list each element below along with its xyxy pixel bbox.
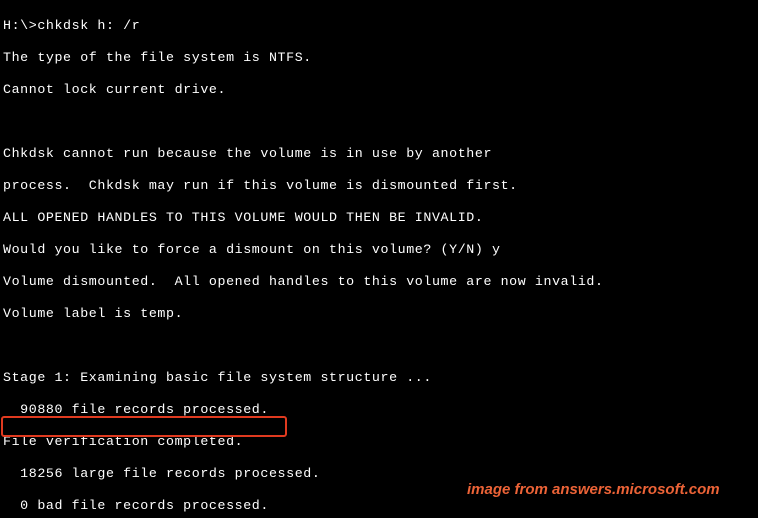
terminal-line: 18256 large file records processed.	[3, 466, 755, 482]
terminal-line: Stage 1: Examining basic file system str…	[3, 370, 755, 386]
terminal-line: The type of the file system is NTFS.	[3, 50, 755, 66]
terminal-line: process. Chkdsk may run if this volume i…	[3, 178, 755, 194]
terminal-line: ALL OPENED HANDLES TO THIS VOLUME WOULD …	[3, 210, 755, 226]
terminal-line: 0 bad file records processed.	[3, 498, 755, 514]
terminal-line: H:\>chkdsk h: /r	[3, 18, 755, 34]
terminal-line: 90880 file records processed.	[3, 402, 755, 418]
terminal-line: File verification completed.	[3, 434, 755, 450]
terminal-line	[3, 114, 755, 130]
terminal-line: Volume label is temp.	[3, 306, 755, 322]
terminal-line: Cannot lock current drive.	[3, 82, 755, 98]
terminal-line	[3, 338, 755, 354]
attribution-text: image from answers.microsoft.com	[467, 482, 720, 498]
terminal-line: Would you like to force a dismount on th…	[3, 242, 755, 258]
terminal-line: Chkdsk cannot run because the volume is …	[3, 146, 755, 162]
terminal-output: H:\>chkdsk h: /r The type of the file sy…	[0, 0, 758, 518]
terminal-line: Volume dismounted. All opened handles to…	[3, 274, 755, 290]
